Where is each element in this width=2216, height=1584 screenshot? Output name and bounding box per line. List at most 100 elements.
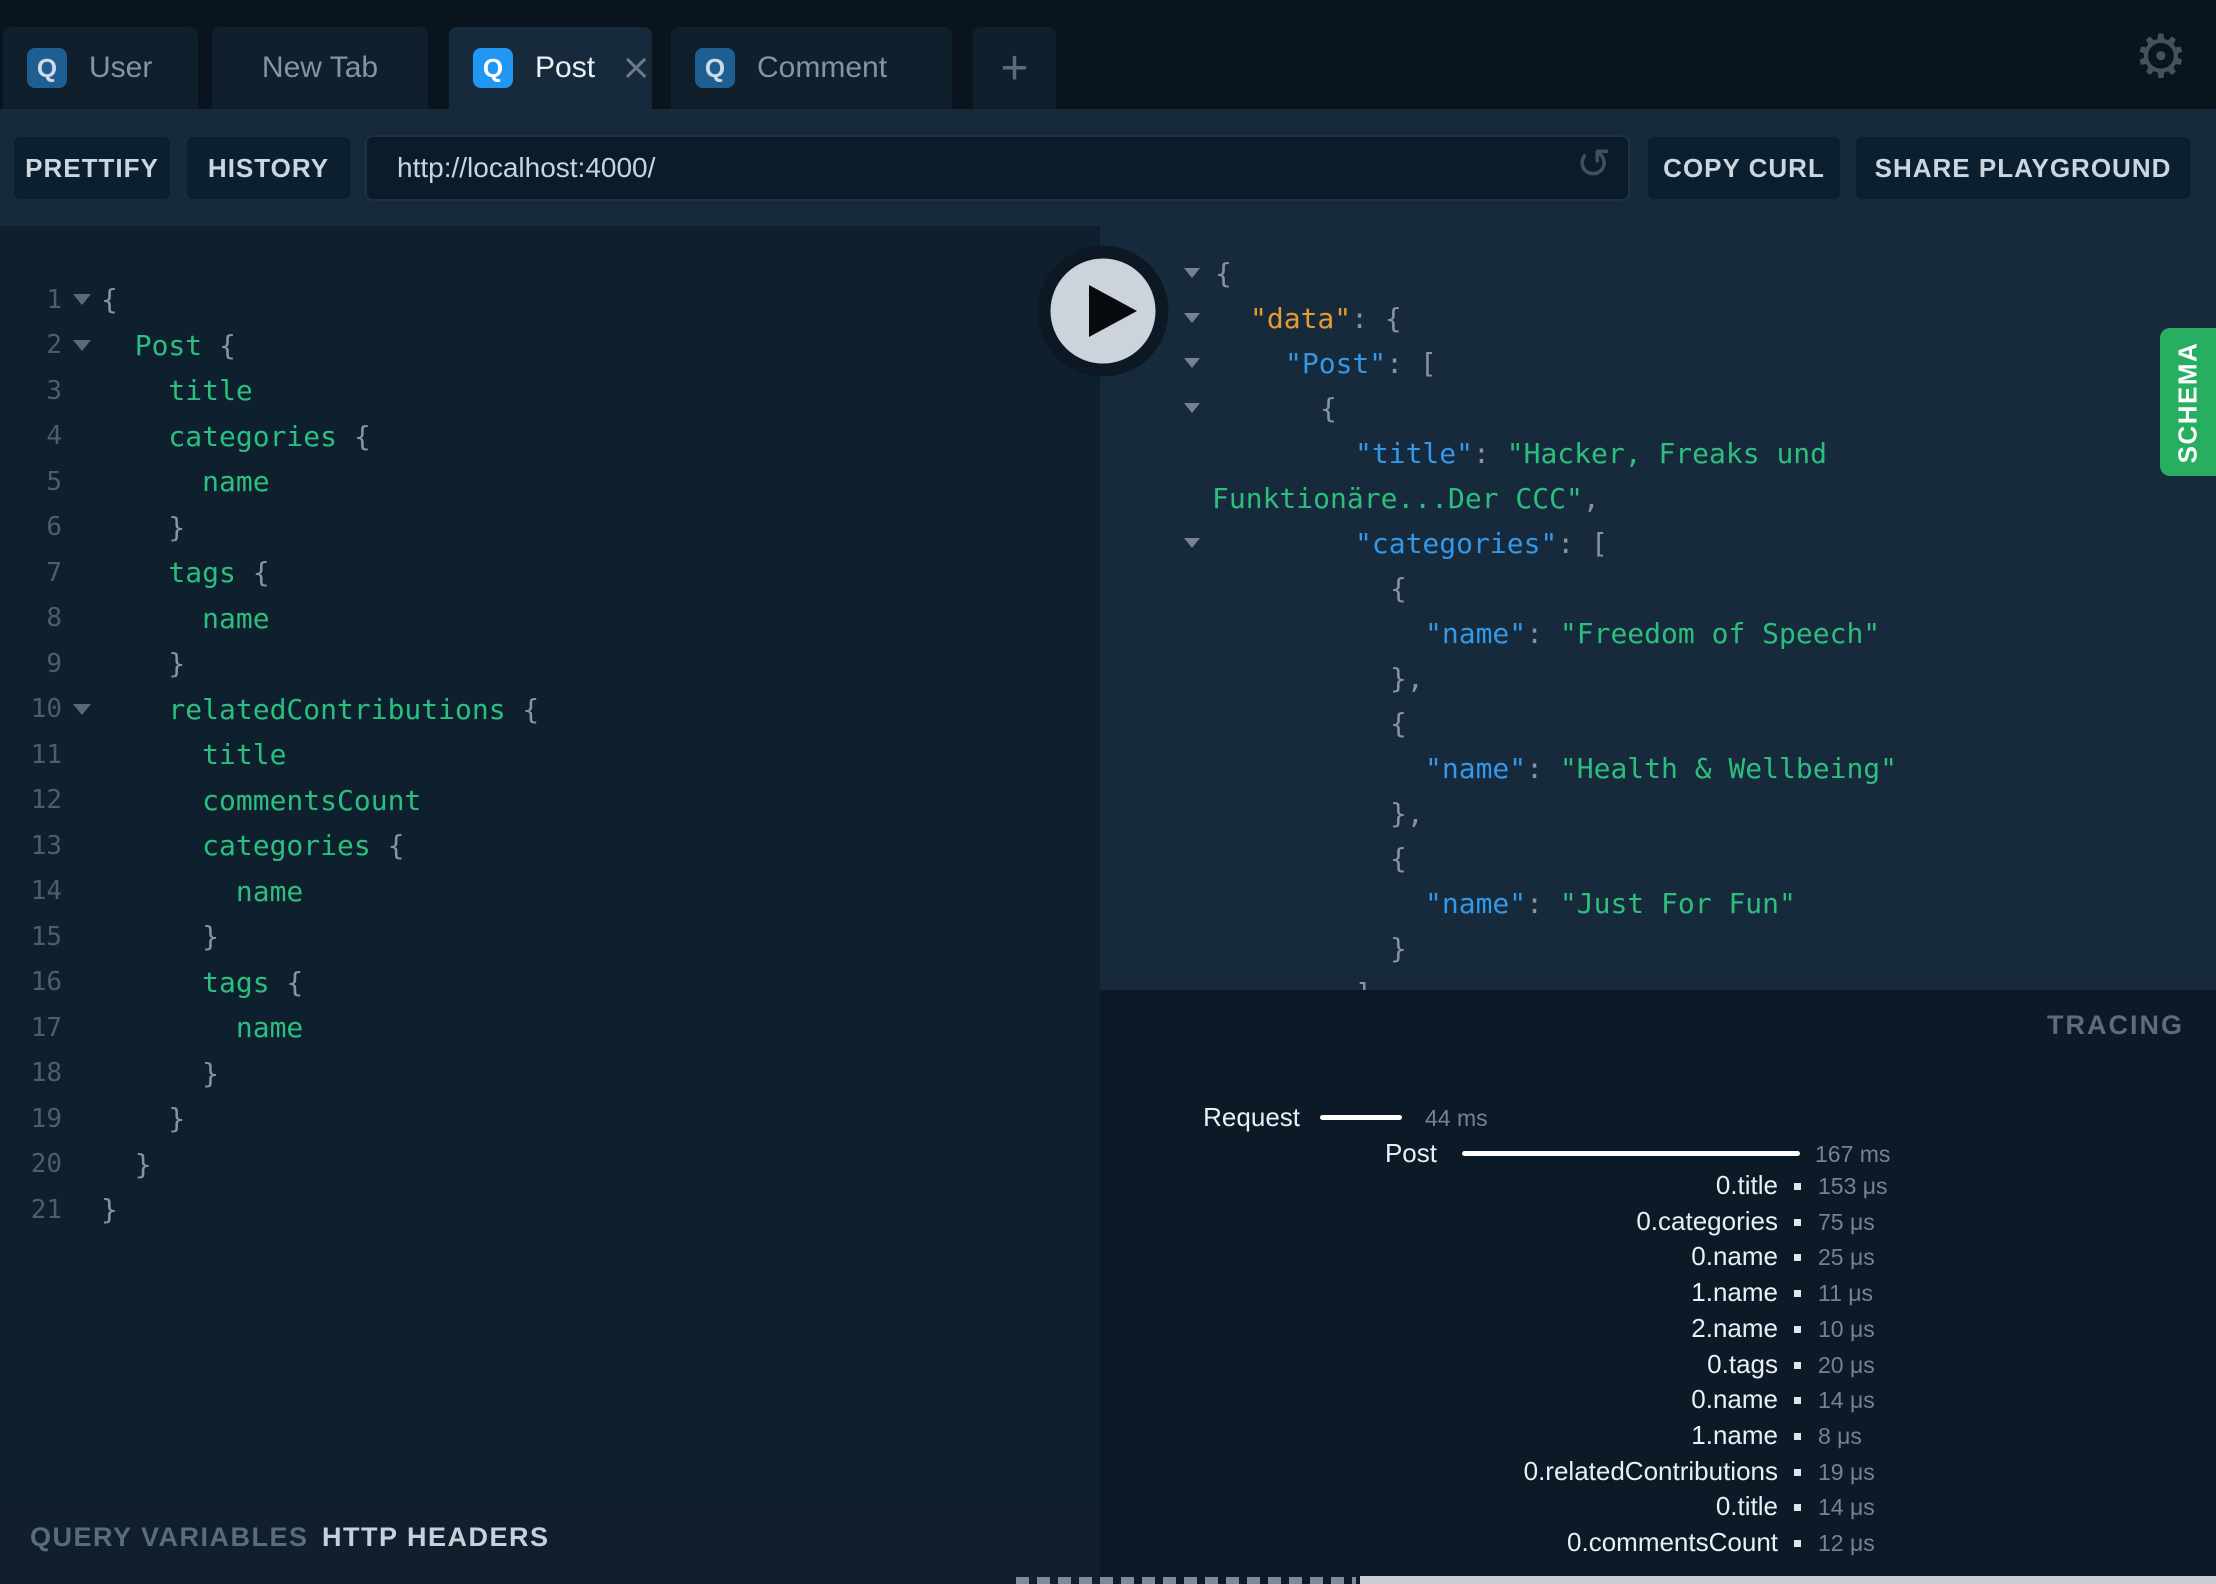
resolver-path: 0.name: [1691, 1241, 1778, 1272]
history-button[interactable]: HISTORY: [187, 137, 350, 199]
editor-code: }: [101, 1102, 186, 1136]
fold-arrow-icon[interactable]: [72, 294, 91, 306]
resolver-duration: 19 μs: [1818, 1458, 1875, 1485]
tracing-resolver-row: 0.title 14 μs: [1100, 1491, 2216, 1527]
new-tab-button[interactable]: +: [973, 27, 1056, 109]
prettify-button[interactable]: PRETTIFY: [14, 137, 170, 199]
resolver-bar: [1794, 1432, 1801, 1440]
tracing-title: TRACING: [2047, 1010, 2184, 1040]
response-pane: {"data": {"Post": [{"title": "Hacker, Fr…: [1100, 226, 2216, 990]
editor-line: 9 }: [0, 641, 1100, 687]
tab-post[interactable]: Q Post ×: [449, 27, 652, 109]
line-number: 16: [30, 967, 62, 998]
tracing-resolver-row: 0.commentsCount 12 μs: [1100, 1527, 2216, 1563]
toolbar: PRETTIFY HISTORY ↺ COPY CURL SHARE PLAYG…: [0, 109, 2216, 226]
query-editor[interactable]: 1{2 Post {3 title 4 categories {5 name 6 }…: [0, 226, 1100, 1496]
editor-line: 15 }: [0, 914, 1100, 960]
fold-arrow-icon[interactable]: [72, 339, 91, 351]
tab-new-tab[interactable]: New Tab: [212, 27, 428, 109]
editor-code: categories {: [101, 829, 405, 863]
response-line: "data": {: [1100, 296, 2216, 341]
resolver-bar: [1794, 1361, 1801, 1369]
editor-line: 11 title: [0, 732, 1100, 778]
query-variables-tab[interactable]: QUERY VARIABLES: [30, 1522, 309, 1553]
resolver-duration: 75 μs: [1818, 1208, 1875, 1235]
tracing-resolver-row: 0.categories 75 μs: [1100, 1206, 2216, 1242]
response-line: ]: [1100, 971, 2216, 990]
line-number: 3: [46, 375, 62, 406]
resolver-bar: [1794, 1183, 1801, 1190]
endpoint-url-input[interactable]: [365, 135, 1630, 201]
query-badge: Q: [695, 48, 735, 88]
http-headers-tab[interactable]: HTTP HEADERS: [322, 1522, 550, 1553]
editor-line: 10 relatedContributions {: [0, 687, 1100, 733]
response-code: {: [1390, 842, 1407, 875]
collapse-arrow-icon[interactable]: [1184, 538, 1200, 548]
query-badge: Q: [473, 48, 513, 88]
settings-gear-icon[interactable]: ⚙: [2134, 22, 2188, 92]
response-line: "name": "Freedom of Speech": [1100, 611, 2216, 656]
line-number: 17: [30, 1012, 62, 1043]
resolver-bar: [1794, 1397, 1801, 1405]
line-number: 10: [30, 694, 62, 725]
tracing-resolver-row: 0.title 153 μs: [1100, 1170, 2216, 1206]
response-code: "categories": [: [1355, 527, 1608, 560]
resolver-duration: 25 μs: [1818, 1244, 1875, 1271]
line-number: 5: [46, 466, 62, 497]
resolver-path: 0.relatedContributions: [1523, 1455, 1778, 1486]
editor-code: tags {: [101, 965, 304, 999]
response-line: },: [1100, 656, 2216, 701]
resolver-duration: 12 μs: [1818, 1530, 1875, 1556]
response-code: Funktionäre...Der CCC",: [1212, 482, 1600, 515]
editor-code: title: [101, 374, 253, 408]
horizontal-scrollbar[interactable]: [1360, 1576, 2216, 1584]
line-number: 11: [30, 739, 62, 770]
response-line: "name": "Just For Fun": [1100, 881, 2216, 926]
resolver-duration: 14 μs: [1818, 1494, 1875, 1521]
response-line: "categories": [: [1100, 521, 2216, 566]
editor-line: 6 }: [0, 505, 1100, 551]
fold-arrow-icon[interactable]: [72, 703, 91, 715]
resolver-path: 2.name: [1691, 1312, 1778, 1343]
response-code: {: [1390, 572, 1407, 605]
tab-comment[interactable]: Q Comment: [671, 27, 952, 109]
editor-line: 3 title: [0, 368, 1100, 414]
tracing-resolver-row: 2.name 10 μs: [1100, 1313, 2216, 1349]
tracing-request-bar: [1320, 1115, 1402, 1120]
line-number: 14: [30, 876, 62, 907]
editor-code: }: [101, 1193, 118, 1227]
tab-label: Comment: [757, 51, 888, 84]
line-number: 8: [46, 603, 62, 634]
response-code: "name": "Freedom of Speech": [1425, 617, 1881, 650]
schema-tab[interactable]: SCHEMA: [2160, 328, 2216, 476]
response-line: "title": "Hacker, Freaks und: [1100, 431, 2216, 476]
tracing-resolver-row: 0.name 14 μs: [1100, 1384, 2216, 1420]
tracing-panel: TRACING Request 44 ms Post 167 ms 0.titl…: [1100, 990, 2216, 1584]
tab-user[interactable]: Q User: [3, 27, 198, 109]
editor-code: }: [101, 510, 186, 544]
copy-curl-button[interactable]: COPY CURL: [1648, 137, 1840, 199]
share-playground-button[interactable]: SHARE PLAYGROUND: [1856, 137, 2190, 199]
collapse-arrow-icon[interactable]: [1184, 313, 1200, 323]
tracing-resolver-row: 0.name 25 μs: [1100, 1241, 2216, 1277]
response-code: {: [1320, 392, 1337, 425]
line-number: 2: [46, 330, 62, 361]
resolver-bar: [1794, 1325, 1801, 1333]
line-number: 15: [30, 921, 62, 952]
reload-schema-icon[interactable]: ↺: [1576, 139, 1611, 188]
editor-line: 2 Post {: [0, 323, 1100, 369]
resolver-bar: [1794, 1290, 1801, 1298]
close-tab-icon[interactable]: ×: [621, 50, 651, 86]
tracing-request-row: Request 44 ms: [1100, 1102, 2216, 1138]
fold-column: [62, 294, 101, 306]
execute-query-button[interactable]: [1037, 245, 1169, 377]
collapse-arrow-icon[interactable]: [1184, 403, 1200, 413]
editor-line: 14 name: [0, 869, 1100, 915]
tracing-request-label: Request: [1203, 1102, 1300, 1132]
response-line: {: [1100, 566, 2216, 611]
collapse-arrow-icon[interactable]: [1184, 358, 1200, 368]
response-code: },: [1390, 797, 1424, 830]
line-number: 20: [30, 1149, 62, 1180]
resolver-duration: 10 μs: [1818, 1315, 1875, 1342]
collapse-arrow-icon[interactable]: [1184, 268, 1200, 278]
